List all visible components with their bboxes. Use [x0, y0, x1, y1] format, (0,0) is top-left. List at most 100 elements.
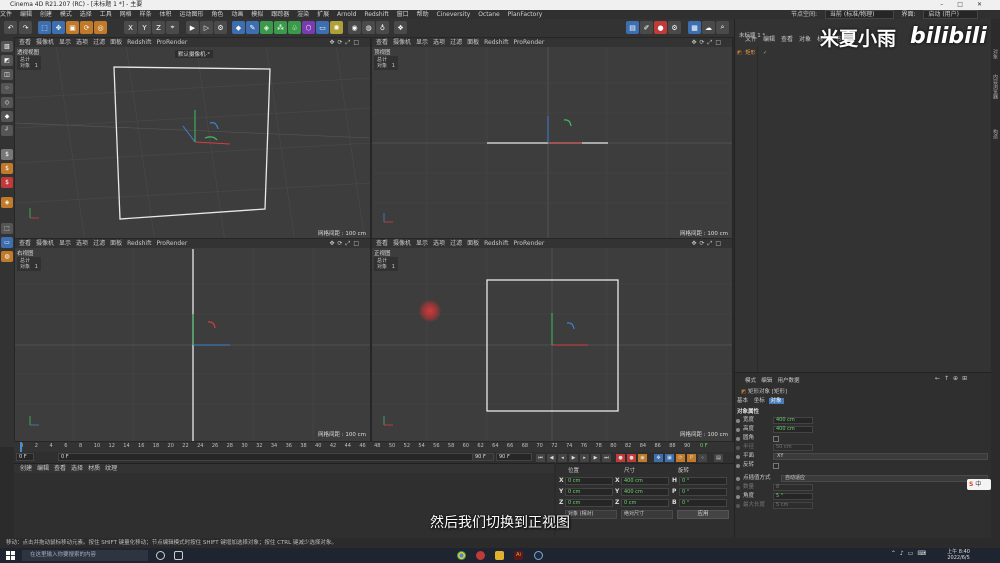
- record-icon[interactable]: ●: [616, 454, 625, 462]
- vp-menu-options[interactable]: 选项: [433, 39, 445, 46]
- redshift-icon[interactable]: ♁: [376, 21, 389, 34]
- keyframe-selection-icon[interactable]: ◉: [638, 454, 647, 462]
- octane-settings-icon[interactable]: ⚙: [668, 21, 681, 34]
- vp-menu-redshift[interactable]: Redshift: [484, 39, 508, 46]
- polygons-mode-icon[interactable]: ◆: [1, 111, 13, 122]
- tab-objects[interactable]: 对象: [992, 49, 999, 59]
- tab-content-browser[interactable]: 内容浏览器: [992, 74, 999, 99]
- attr-menu-mode[interactable]: 模式: [745, 378, 756, 384]
- mat-menu-create[interactable]: 创建: [20, 465, 32, 472]
- taskbar-clock[interactable]: 上午 8:40 2022/6/5: [947, 549, 970, 561]
- preview-end-field[interactable]: 90 F: [496, 453, 532, 461]
- vp-menu-filter[interactable]: 过滤: [93, 240, 105, 247]
- vp-menu-view[interactable]: 查看: [19, 240, 31, 247]
- texture-mode-icon[interactable]: ◫: [1, 69, 13, 80]
- vp-menu-redshift[interactable]: Redshift: [484, 240, 508, 247]
- rounding-checkbox[interactable]: [773, 435, 779, 442]
- pen-icon[interactable]: ✎: [246, 21, 259, 34]
- planfactory-icon[interactable]: ▤: [626, 21, 639, 34]
- cortana-icon[interactable]: [156, 551, 165, 560]
- y-axis-lock-button[interactable]: Y: [138, 21, 151, 34]
- size-y-field[interactable]: 400 cm: [621, 488, 669, 496]
- attr-nav-icons[interactable]: ←↑⊕⊞: [935, 375, 971, 382]
- scale-tool-icon[interactable]: ▣: [66, 21, 79, 34]
- cloud-icon[interactable]: ☁: [702, 21, 715, 34]
- mat-menu-material[interactable]: 材质: [88, 465, 100, 472]
- extension-icon[interactable]: ❖: [394, 21, 407, 34]
- vp-menu-redshift[interactable]: Redshift: [127, 39, 151, 46]
- tab-coord[interactable]: 坐标: [752, 398, 767, 404]
- vp-menu-prorender[interactable]: ProRender: [513, 240, 544, 247]
- start-frame-field[interactable]: 0 F: [58, 453, 482, 461]
- end-frame-field[interactable]: 90 F: [472, 453, 494, 461]
- next-key-icon[interactable]: ▶: [591, 454, 600, 462]
- recent-tool-icon[interactable]: ◎: [94, 21, 107, 34]
- light-icon[interactable]: ✺: [330, 21, 343, 34]
- obj-menu-edit[interactable]: 编辑: [763, 36, 775, 43]
- animation-dot-icon[interactable]: [736, 463, 740, 468]
- snap-grid-icon[interactable]: $: [1, 177, 13, 188]
- reverse-checkbox[interactable]: [773, 462, 779, 469]
- snap-icon[interactable]: $: [1, 149, 13, 160]
- obj-menu-view[interactable]: 查看: [781, 36, 793, 43]
- pla-key-icon[interactable]: ⁘: [698, 454, 707, 462]
- menu-item-planfactory[interactable]: PlanFactory: [508, 11, 543, 18]
- menu-item-arnold[interactable]: Arnold: [337, 11, 356, 18]
- node-space-dropdown[interactable]: 当前 (标准/物理): [824, 10, 894, 19]
- obj-menu-object[interactable]: 对象: [799, 36, 811, 43]
- param-key-icon[interactable]: P: [687, 454, 696, 462]
- viewport-front[interactable]: 查看 摄像机 显示 选项 过滤 面板 Redshift ProRender ✥⟳⤢□ 正视图 …: [371, 238, 733, 442]
- redo-icon[interactable]: ↷: [19, 21, 32, 34]
- autokey-icon[interactable]: ●: [627, 454, 636, 462]
- menu-item-animate[interactable]: 动画: [231, 11, 243, 18]
- soft-selection-icon[interactable]: ◍: [1, 251, 13, 262]
- menu-item-edit[interactable]: 编辑: [20, 11, 32, 18]
- move-tool-icon[interactable]: ✥: [52, 21, 65, 34]
- model-mode-icon[interactable]: ◩: [1, 55, 13, 66]
- vp-menu-options[interactable]: 选项: [76, 39, 88, 46]
- vp-menu-filter[interactable]: 过滤: [93, 39, 105, 46]
- attr-menu-edit[interactable]: 编辑: [761, 378, 772, 384]
- current-frame-field[interactable]: 0 F: [16, 453, 34, 461]
- rotation-key-icon[interactable]: ⟳: [676, 454, 685, 462]
- mat-menu-edit[interactable]: 编辑: [37, 465, 49, 472]
- vp-menu-prorender[interactable]: ProRender: [156, 240, 187, 247]
- menu-item-simulate[interactable]: 模拟: [251, 11, 263, 18]
- menu-item-tools[interactable]: 工具: [100, 11, 112, 18]
- vp-menu-prorender[interactable]: ProRender: [156, 39, 187, 46]
- attr-menu-userdata[interactable]: 用户数据: [778, 378, 800, 384]
- vp-menu-panel[interactable]: 面板: [467, 240, 479, 247]
- obj-menu-file[interactable]: 文件: [745, 36, 757, 43]
- max-length-field[interactable]: 5 cm: [773, 502, 813, 509]
- menu-item-create[interactable]: 创建: [40, 11, 52, 18]
- mat-menu-select[interactable]: 选择: [71, 465, 83, 472]
- camera-label[interactable]: 默认摄像机·°: [175, 50, 213, 58]
- radius-field[interactable]: 50 cm: [773, 444, 813, 451]
- vp-menu-prorender[interactable]: ProRender: [513, 39, 544, 46]
- rotate-tool-icon[interactable]: ⟳: [80, 21, 93, 34]
- goto-start-icon[interactable]: ⏮: [536, 454, 545, 462]
- cinema4d-icon[interactable]: [534, 551, 543, 560]
- tab-structure[interactable]: 构造: [992, 129, 999, 139]
- planar-workplane-icon[interactable]: ▭: [1, 237, 13, 248]
- width-field[interactable]: 400 cm: [773, 417, 813, 424]
- ui-layout-dropdown[interactable]: 启动 (用户): [923, 10, 978, 19]
- number-field[interactable]: 8: [773, 484, 813, 491]
- timeline-menu-icon[interactable]: ▤: [714, 454, 723, 462]
- pos-x-field[interactable]: 0 cm: [565, 477, 613, 485]
- vp-menu-filter[interactable]: 过滤: [450, 240, 462, 247]
- animation-dot-icon[interactable]: [736, 418, 740, 423]
- brush-icon[interactable]: ✐: [640, 21, 653, 34]
- play-icon[interactable]: ▶: [569, 454, 578, 462]
- coordinate-system-icon[interactable]: ⌖: [166, 21, 179, 34]
- rot-b-field[interactable]: 0 °: [679, 499, 727, 507]
- edges-mode-icon[interactable]: ◇: [1, 97, 13, 108]
- viewport-nav-icons[interactable]: ✥⟳⤢□: [691, 38, 724, 47]
- tab-basic[interactable]: 基本: [735, 398, 750, 404]
- x-axis-lock-button[interactable]: X: [124, 21, 137, 34]
- vp-menu-cameras[interactable]: 摄像机: [36, 39, 54, 46]
- playhead[interactable]: [20, 442, 22, 452]
- subdivision-icon[interactable]: ◈: [260, 21, 273, 34]
- viewport-nav-icons[interactable]: ✥⟳⤢□: [329, 239, 362, 248]
- menu-item-mode[interactable]: 模式: [60, 11, 72, 18]
